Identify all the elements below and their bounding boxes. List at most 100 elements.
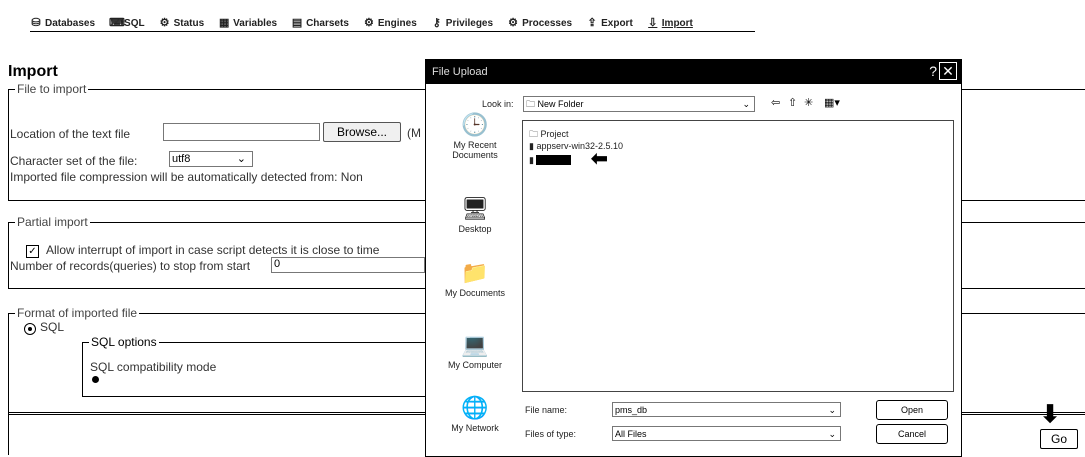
place-label: My Recent Documents bbox=[452, 140, 498, 160]
place-label: My Computer bbox=[447, 360, 502, 370]
tab-engines[interactable]: ⚙ Engines bbox=[363, 13, 417, 33]
location-label: Location of the text file bbox=[10, 127, 131, 141]
place-recent-documents[interactable]: 🕒 My Recent Documents bbox=[430, 112, 520, 160]
file-type-value: All Files bbox=[615, 429, 647, 439]
new-folder-icon[interactable]: ✳ bbox=[804, 96, 813, 109]
import-icon: ⇩ bbox=[648, 17, 658, 29]
allow-interrupt-checkbox[interactable]: ✓ bbox=[26, 245, 39, 258]
max-size-hint: (M bbox=[407, 126, 421, 140]
records-input[interactable]: 0 bbox=[271, 257, 425, 273]
place-label: My Network bbox=[451, 423, 499, 433]
compression-text: Imported file compression will be automa… bbox=[10, 170, 363, 184]
chevron-down-icon: ⌄ bbox=[828, 405, 836, 415]
engines-icon: ⚙ bbox=[363, 17, 374, 29]
help-icon[interactable]: ? bbox=[929, 63, 937, 79]
tab-label: SQL bbox=[124, 17, 145, 29]
my-documents-icon: 📁 bbox=[461, 260, 489, 285]
look-in-label: Look in: bbox=[482, 99, 514, 109]
tab-processes[interactable]: ⚙ Processes bbox=[507, 13, 572, 33]
open-button[interactable]: Open bbox=[876, 400, 948, 420]
records-value: 0 bbox=[274, 258, 281, 270]
place-my-computer[interactable]: 💻 My Computer bbox=[430, 332, 520, 370]
tab-divider bbox=[30, 31, 755, 32]
tab-label: Databases bbox=[45, 17, 96, 29]
main-tab-bar: ⛁ Databases ⌨ SQL ⚙ Status ▦ Variables ▤ Char… bbox=[30, 13, 693, 33]
views-menu-icon[interactable]: ▦▾ bbox=[824, 96, 840, 109]
go-button[interactable]: Go bbox=[1040, 429, 1078, 449]
file-name: ...sql bbox=[536, 155, 572, 165]
section-legend: Partial import bbox=[15, 215, 90, 229]
charset-label: Character set of the file: bbox=[10, 154, 138, 168]
recent-documents-icon: 🕒 bbox=[461, 112, 489, 137]
chevron-down-icon: ⌄ bbox=[742, 99, 750, 109]
sql-radio-button[interactable] bbox=[24, 323, 36, 335]
radio-dot bbox=[28, 327, 32, 331]
records-label: Number of records(queries) to stop from … bbox=[10, 259, 251, 273]
up-folder-icon[interactable]: ⇧ bbox=[788, 96, 797, 109]
tab-label: Import bbox=[661, 17, 693, 29]
tab-charsets[interactable]: ▤ Charsets bbox=[291, 13, 349, 33]
look-in-select[interactable]: 🗀 New Folder ⌄ bbox=[523, 96, 755, 112]
tab-label: Status bbox=[173, 17, 205, 29]
file-name-label: File name: bbox=[525, 405, 568, 415]
place-desktop[interactable]: 🖥 Desktop bbox=[430, 196, 520, 234]
sql-format-label: SQL bbox=[40, 320, 65, 334]
tab-label: Export bbox=[601, 17, 633, 29]
compat-mode-select[interactable] bbox=[92, 376, 99, 383]
export-icon: ⇪ bbox=[587, 17, 597, 29]
browse-button[interactable]: Browse... bbox=[323, 122, 401, 142]
section-legend: File to import bbox=[15, 82, 89, 96]
tab-label: Privileges bbox=[445, 17, 494, 29]
file-list: 🗀 Project ▮ appserv-win32-2.5.10 ▮ ...sq… bbox=[522, 120, 954, 392]
cancel-button[interactable]: Cancel bbox=[876, 424, 948, 444]
processes-icon: ⚙ bbox=[508, 17, 518, 29]
charsets-icon: ▤ bbox=[291, 17, 303, 29]
place-my-documents[interactable]: 📁 My Documents bbox=[430, 260, 520, 298]
compat-mode-label: SQL compatibility mode bbox=[90, 360, 217, 374]
close-icon[interactable]: ✕ bbox=[939, 62, 957, 80]
file-name: Project bbox=[540, 129, 569, 139]
page-title: Import bbox=[8, 63, 58, 80]
file-upload-dialog: File Upload ? ✕ Look in: 🗀 New Folder ⌄ … bbox=[425, 59, 962, 457]
charset-value: utf8 bbox=[172, 153, 191, 165]
tab-variables[interactable]: ▦ Variables bbox=[218, 13, 277, 33]
dialog-title-bar: File Upload ? ✕ bbox=[426, 60, 961, 84]
status-icon: ⚙ bbox=[159, 17, 170, 29]
tab-status[interactable]: ⚙ Status bbox=[159, 13, 205, 33]
section-legend: SQL options bbox=[89, 335, 159, 349]
file-type-select[interactable]: All Files ⌄ bbox=[612, 426, 841, 441]
arrow-left-icon: ⬅ bbox=[591, 148, 608, 170]
file-name: appserv-win32-2.5.10 bbox=[536, 141, 624, 151]
my-computer-icon: 💻 bbox=[461, 332, 489, 357]
tab-export[interactable]: ⇪ Export bbox=[586, 13, 633, 33]
tab-databases[interactable]: ⛁ Databases bbox=[30, 13, 95, 33]
folder-icon: 🗀 bbox=[526, 99, 538, 109]
variables-icon: ▦ bbox=[218, 17, 230, 29]
list-item[interactable]: ▮ appserv-win32-2.5.10 bbox=[529, 141, 623, 152]
allow-interrupt-label: Allow interrupt of import in case script… bbox=[46, 243, 380, 257]
tab-label: Processes bbox=[522, 17, 573, 29]
section-legend: Format of imported file bbox=[15, 306, 140, 320]
file-name-value: pms_db bbox=[615, 405, 648, 415]
file-name-input[interactable]: pms_db ⌄ bbox=[612, 402, 841, 417]
list-item-selected[interactable]: ▮ ...sql bbox=[529, 155, 572, 166]
chevron-down-icon: ⌄ bbox=[828, 429, 836, 439]
arrow-down-icon: ⬇ bbox=[1040, 401, 1061, 428]
tab-import[interactable]: ⇩ Import bbox=[647, 13, 693, 33]
dialog-title: File Upload bbox=[432, 66, 488, 78]
tab-label: Engines bbox=[377, 17, 417, 29]
place-label: Desktop bbox=[458, 224, 492, 234]
folder-icon: 🗀 bbox=[529, 129, 541, 139]
database-icon: ⛁ bbox=[31, 17, 41, 29]
place-label: My Documents bbox=[444, 288, 506, 298]
place-my-network[interactable]: 🌐 My Network bbox=[430, 395, 520, 433]
look-in-value: New Folder bbox=[537, 99, 584, 109]
tab-sql[interactable]: ⌨ SQL bbox=[109, 13, 145, 33]
chevron-down-icon: ⌄ bbox=[236, 153, 246, 165]
charset-select[interactable]: utf8 ⌄ bbox=[169, 151, 253, 167]
file-location-input[interactable] bbox=[163, 123, 320, 141]
desktop-icon: 🖥 bbox=[461, 196, 489, 221]
tab-privileges[interactable]: ⚷ Privileges bbox=[431, 13, 493, 33]
bottom-left-border bbox=[8, 412, 9, 455]
back-icon[interactable]: ⇦ bbox=[771, 96, 780, 109]
